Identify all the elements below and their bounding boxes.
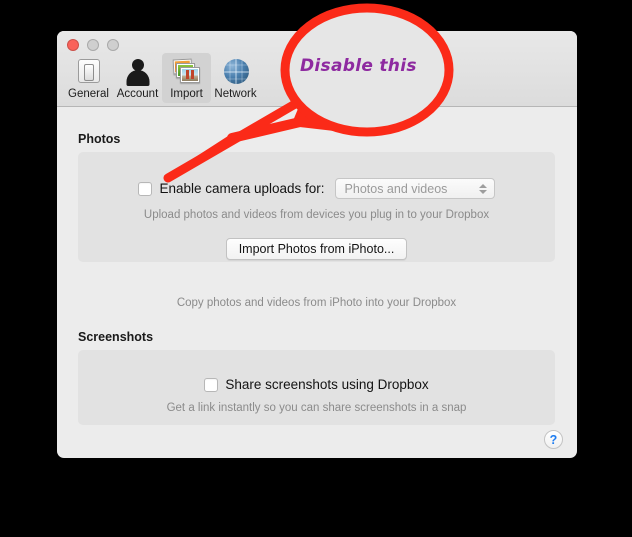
chevron-updown-icon [478, 182, 487, 196]
enable-camera-uploads-label: Enable camera uploads for: [159, 181, 325, 196]
photos-section-title: Photos [78, 132, 121, 146]
toolbar-tab-general[interactable]: General [64, 53, 113, 103]
share-screenshots-row: Share screenshots using Dropbox [78, 377, 555, 392]
share-screenshots-hint: Get a link instantly so you can share sc… [166, 402, 467, 414]
share-screenshots-checkbox[interactable] [204, 377, 219, 392]
toolbar-tab-network-label: Network [214, 88, 257, 100]
preferences-toolbar: General Account Import Network [64, 53, 260, 103]
import-hint: Copy photos and videos from iPhoto into … [176, 297, 457, 309]
window-controls[interactable] [67, 39, 119, 51]
camera-uploads-row: Enable camera uploads for: Photos and vi… [78, 178, 555, 199]
import-button-row: Import Photos from iPhoto... [78, 238, 555, 260]
camera-uploads-type-value: Photos and videos [344, 181, 448, 196]
close-window-button[interactable] [67, 39, 79, 51]
toolbar-tab-import[interactable]: Import [162, 53, 211, 103]
camera-uploads-type-dropdown[interactable]: Photos and videos [334, 178, 495, 199]
enable-camera-uploads-checkbox[interactable] [138, 181, 153, 196]
screenshots-section-title: Screenshots [78, 330, 154, 344]
toolbar-tab-account[interactable]: Account [113, 53, 162, 103]
toolbar-tab-network[interactable]: Network [211, 53, 260, 103]
help-button[interactable]: ? [544, 430, 563, 449]
photos-panel: Enable camera uploads for: Photos and vi… [78, 152, 555, 262]
toggle-switch-icon [74, 56, 104, 86]
callout-text: Disable this [300, 56, 417, 76]
globe-icon [221, 56, 251, 86]
screenshots-panel: Share screenshots using Dropbox Get a li… [78, 350, 555, 425]
photo-stack-icon [172, 56, 202, 86]
toolbar-tab-account-label: Account [116, 88, 159, 100]
zoom-window-button[interactable] [107, 39, 119, 51]
minimize-window-button[interactable] [87, 39, 99, 51]
camera-uploads-hint: Upload photos and videos from devices yo… [143, 209, 490, 221]
import-photos-from-iphoto-button[interactable]: Import Photos from iPhoto... [225, 238, 408, 260]
import-preferences-pane: Photos Enable camera uploads for: Photos… [57, 107, 577, 458]
dropbox-preferences-window: General Account Import Network Photos En… [57, 31, 577, 458]
toolbar-tab-general-label: General [68, 88, 109, 100]
person-silhouette-icon [123, 56, 153, 86]
screenshot-stage: General Account Import Network Photos En… [0, 0, 632, 537]
share-screenshots-label: Share screenshots using Dropbox [225, 377, 429, 392]
toolbar-tab-import-label: Import [170, 88, 203, 100]
